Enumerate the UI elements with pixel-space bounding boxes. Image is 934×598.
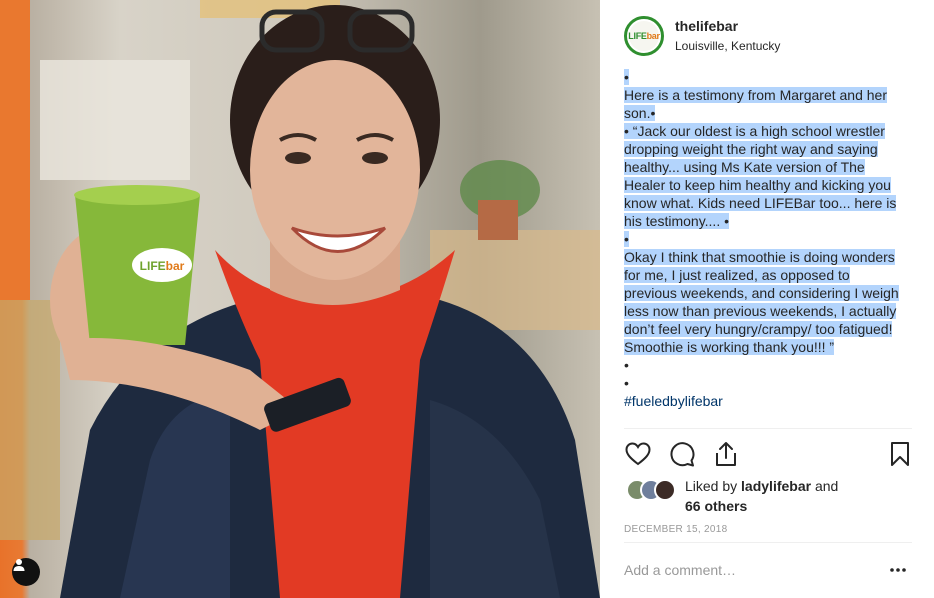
- liker-avatar: [654, 479, 676, 501]
- caption-line: previous weekends, and considering I wei…: [624, 285, 899, 301]
- bookmark-icon: [891, 442, 909, 466]
- save-button[interactable]: [886, 440, 914, 468]
- action-bar: [624, 440, 912, 468]
- comment-input[interactable]: [624, 558, 874, 582]
- comment-button[interactable]: [668, 440, 696, 468]
- caption-line: know what. Kids need LIFEBar too... here…: [624, 195, 897, 211]
- post-photo-illustration: LIFEbar: [0, 0, 600, 598]
- liked-by-user-link[interactable]: ladylifebar: [741, 478, 811, 494]
- liked-by-text: Liked by ladylifebar and 66 others: [685, 476, 905, 516]
- more-options-icon: [890, 568, 906, 572]
- avatar-logo-part2: bar: [646, 31, 660, 41]
- caption-line: Here is a testimony from Margaret and he…: [624, 87, 887, 103]
- caption-line: son.•: [624, 105, 656, 121]
- person-icon: [13, 559, 25, 571]
- caption-line: for me, I just realized, as opposed to: [624, 267, 850, 283]
- username-link[interactable]: thelifebar: [675, 18, 738, 34]
- caption-line: •: [624, 375, 629, 391]
- caption-line: Healer to keep him healthy and kicking y…: [624, 177, 891, 193]
- liked-by-conjunction: and: [814, 478, 839, 494]
- caption-line: healthy... using Ms Kate version of The: [624, 159, 865, 175]
- comment-row: [624, 556, 912, 586]
- more-options-button[interactable]: [888, 560, 908, 580]
- likes-summary: Liked by ladylifebar and 66 others: [624, 476, 912, 516]
- liker-avatars[interactable]: [626, 479, 682, 501]
- caption-line: •: [624, 357, 629, 373]
- post-photo[interactable]: LIFEbar: [0, 0, 600, 598]
- heart-icon: [625, 442, 651, 466]
- tagged-users-button[interactable]: [12, 558, 40, 586]
- comment-bubble-icon: [670, 442, 695, 467]
- share-icon: [716, 442, 736, 466]
- avatar-logo-part1: LIFE: [628, 31, 647, 41]
- location-link[interactable]: Louisville, Kentucky: [675, 39, 780, 53]
- cup-logo-text: LIFEbar: [140, 259, 185, 273]
- divider: [624, 428, 912, 429]
- caption-line: Smoothie is working thank you!!! ”: [624, 339, 835, 355]
- post-header: LIFE bar thelifebar Louisville, Kentucky: [624, 16, 912, 58]
- caption-line: •: [624, 69, 629, 85]
- avatar-logo: LIFE bar: [628, 21, 660, 51]
- caption-line: dropping weight the right way and saying: [624, 141, 878, 157]
- profile-avatar[interactable]: LIFE bar: [624, 16, 664, 56]
- share-button[interactable]: [712, 440, 740, 468]
- caption-line: Okay I think that smoothie is doing wond…: [624, 249, 895, 265]
- likes-count-link[interactable]: 66 others: [685, 498, 747, 514]
- caption-line: less now than previous weekends, I actua…: [624, 303, 897, 319]
- post-caption: • Here is a testimony from Margaret and …: [624, 68, 912, 410]
- divider: [624, 542, 912, 543]
- caption-line: • “Jack our oldest is a high school wres…: [624, 123, 885, 139]
- post-date: DECEMBER 15, 2018: [624, 524, 728, 535]
- caption-line: his testimony.... •: [624, 213, 730, 229]
- liked-by-prefix: Liked by: [685, 478, 738, 494]
- hashtag-link[interactable]: #fueledbylifebar: [624, 392, 912, 410]
- caption-line: don’t feel very hungry/crampy/ too fatig…: [624, 321, 893, 337]
- like-button[interactable]: [624, 440, 652, 468]
- post-details-panel: LIFE bar thelifebar Louisville, Kentucky …: [600, 0, 934, 598]
- caption-line: •: [624, 231, 629, 247]
